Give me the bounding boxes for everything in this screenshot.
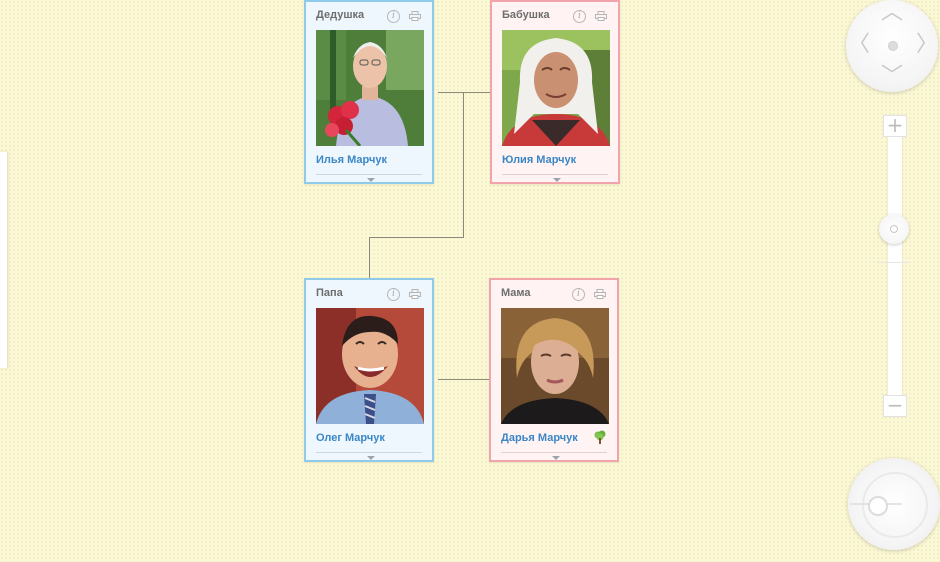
pan-right-button[interactable]: 〉 <box>916 34 938 56</box>
chevron-down-icon[interactable] <box>367 456 375 460</box>
person-name-link[interactable]: Олег Марчук <box>316 432 385 444</box>
info-icon[interactable]: i <box>387 10 400 23</box>
card-divider <box>501 452 607 453</box>
person-photo[interactable] <box>316 30 424 146</box>
person-card-grandfather[interactable]: Дедушка i Илья Марчук <box>304 0 434 184</box>
role-label: Дедушка <box>316 9 365 21</box>
rotate-control[interactable] <box>848 458 940 550</box>
person-name-link[interactable]: Юлия Марчук <box>502 154 576 166</box>
descent-to-father-line <box>369 237 370 278</box>
role-label: Бабушка <box>502 9 550 21</box>
person-photo[interactable] <box>502 30 610 146</box>
parents-connector <box>438 379 490 380</box>
person-photo[interactable] <box>316 308 424 424</box>
chevron-down-icon[interactable] <box>553 178 561 182</box>
info-icon[interactable]: i <box>572 288 585 301</box>
pan-down-button[interactable]: ﹀ <box>881 66 903 88</box>
card-divider <box>502 174 608 175</box>
card-divider <box>316 452 422 453</box>
card-divider <box>316 174 422 175</box>
person-photo[interactable] <box>501 308 609 424</box>
side-panel-edge[interactable] <box>0 152 7 368</box>
person-name-link[interactable]: Илья Марчук <box>316 154 387 166</box>
pan-left-button[interactable]: 〈 <box>848 34 870 56</box>
role-label: Мама <box>501 287 531 299</box>
print-icon[interactable] <box>595 11 607 21</box>
person-card-grandmother[interactable]: Бабушка i Юлия Марчук <box>490 0 620 184</box>
print-icon[interactable] <box>594 289 606 299</box>
pan-control[interactable]: ︿ ﹀ 〈 〉 <box>846 0 938 92</box>
rotate-knob[interactable] <box>868 496 888 516</box>
tree-icon[interactable] <box>594 430 606 444</box>
person-card-mother[interactable]: Мама i Дарья Марчук <box>489 278 619 462</box>
zoom-in-button[interactable]: + <box>883 115 907 137</box>
zoom-slider-track[interactable] <box>888 116 902 416</box>
pan-up-button[interactable]: ︿ <box>881 2 903 24</box>
zoom-slider-handle[interactable] <box>879 214 909 244</box>
print-icon[interactable] <box>409 11 421 21</box>
person-name-link[interactable]: Дарья Марчук <box>501 432 578 444</box>
chevron-down-icon[interactable] <box>367 178 375 182</box>
zoom-out-button[interactable]: − <box>883 395 907 417</box>
chevron-down-icon[interactable] <box>552 456 560 460</box>
descent-horizontal-line <box>369 237 464 238</box>
info-icon[interactable]: i <box>387 288 400 301</box>
family-tree-canvas[interactable]: Дедушка i Илья Марчук Бабушка i Юлия Мар… <box>0 0 940 562</box>
role-label: Папа <box>316 287 343 299</box>
print-icon[interactable] <box>409 289 421 299</box>
grandparents-descent-line <box>463 92 464 237</box>
zoom-tick-mark <box>878 262 910 263</box>
grandparents-connector <box>438 92 490 93</box>
pan-center-dot <box>888 41 898 51</box>
person-card-father[interactable]: Папа i Олег Марчук <box>304 278 434 462</box>
info-icon[interactable]: i <box>573 10 586 23</box>
